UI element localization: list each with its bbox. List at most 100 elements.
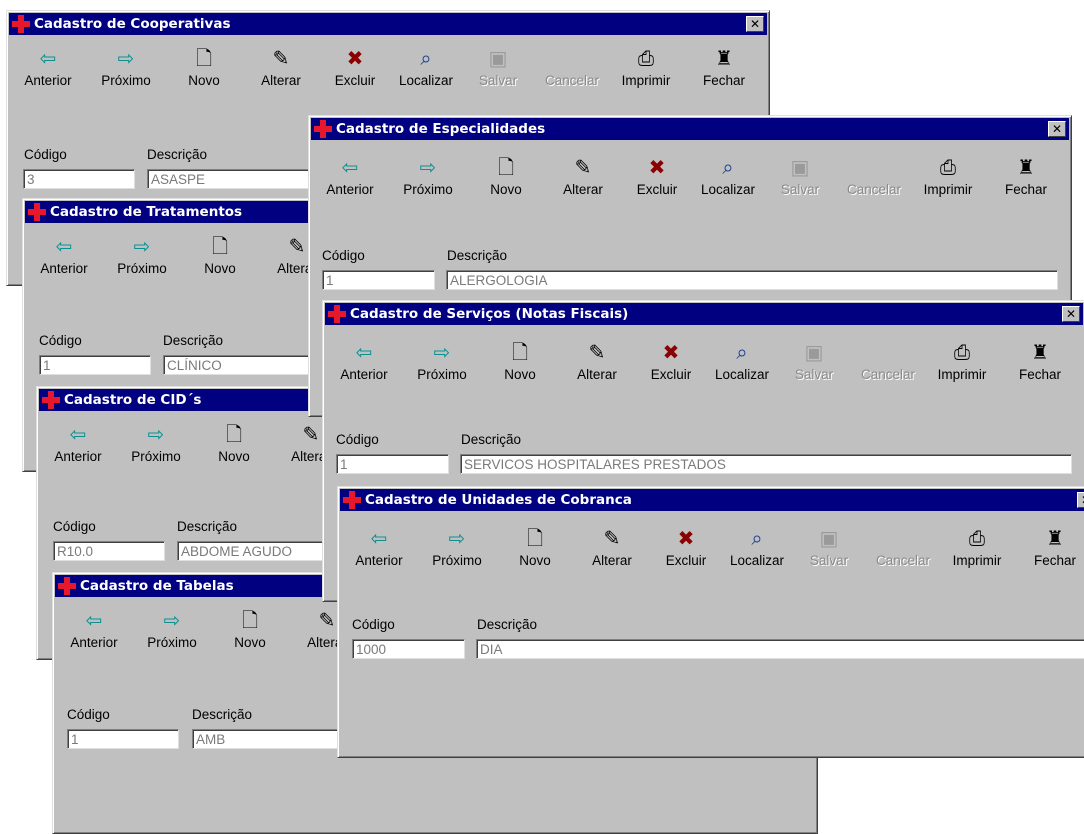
red-cross-logo-icon bbox=[58, 577, 76, 595]
descricao-label: Descrição bbox=[447, 248, 508, 263]
anterior-button[interactable]: ⇦ Anterior bbox=[340, 523, 418, 585]
novo-label: Novo bbox=[188, 73, 220, 88]
imprimir-button[interactable]: ⎙ Imprimir bbox=[923, 337, 1001, 399]
fechar-button[interactable]: ♜ Fechar bbox=[685, 43, 763, 105]
novo-label: Novo bbox=[218, 449, 250, 464]
imprimir-label: Imprimir bbox=[952, 553, 1002, 568]
cancelar-button[interactable]: Cancelar bbox=[533, 43, 611, 105]
title-bar[interactable]: Cadastro de Unidades de Cobranca ✕ bbox=[340, 489, 1084, 511]
codigo-field[interactable]: 1 bbox=[336, 454, 449, 474]
fechar-button[interactable]: ♜ Fechar bbox=[987, 152, 1065, 214]
window-title: Cadastro de Tratamentos bbox=[50, 204, 243, 220]
cancelar-button[interactable]: Cancelar bbox=[849, 337, 927, 399]
novo-button[interactable]: 🗋 Novo bbox=[195, 419, 273, 481]
fechar-button[interactable]: ♜ Fechar bbox=[1016, 523, 1084, 585]
imprimir-button[interactable]: ⎙ Imprimir bbox=[607, 43, 685, 105]
proximo-button[interactable]: ⇨ Próximo bbox=[133, 605, 211, 667]
cancelar-button[interactable]: Cancelar bbox=[835, 152, 913, 214]
anterior-button[interactable]: ⇦ Anterior bbox=[325, 337, 403, 399]
anterior-button[interactable]: ⇦ Anterior bbox=[39, 419, 117, 481]
excluir-button[interactable]: ✖ Excluir bbox=[632, 337, 710, 399]
fechar-button[interactable]: ♜ Fechar bbox=[1001, 337, 1079, 399]
new-document-icon: 🗋 bbox=[511, 340, 529, 364]
localizar-label: Localizar bbox=[714, 367, 770, 382]
window-title: Cadastro de CID´s bbox=[64, 392, 202, 408]
imprimir-button[interactable]: ⎙ Imprimir bbox=[909, 152, 987, 214]
localizar-button[interactable]: ⌕ Localizar bbox=[718, 523, 796, 585]
excluir-label: Excluir bbox=[665, 553, 707, 568]
alterar-button[interactable]: ✎ Alterar bbox=[242, 43, 320, 105]
localizar-button[interactable]: ⌕ Localizar bbox=[703, 337, 781, 399]
codigo-label: Código bbox=[39, 333, 82, 348]
anterior-button[interactable]: ⇦ Anterior bbox=[311, 152, 389, 214]
descricao-label: Descrição bbox=[477, 617, 538, 632]
anterior-label: Anterior bbox=[326, 182, 374, 197]
exit-door-icon: ♜ bbox=[1046, 526, 1064, 550]
codigo-field[interactable]: 1000 bbox=[352, 639, 465, 659]
title-bar[interactable]: Cadastro de Cooperativas ✕ bbox=[9, 13, 767, 35]
anterior-button[interactable]: ⇦ Anterior bbox=[25, 231, 103, 293]
novo-button[interactable]: 🗋 Novo bbox=[181, 231, 259, 293]
novo-label: Novo bbox=[519, 553, 551, 568]
excluir-button[interactable]: ✖ Excluir bbox=[647, 523, 725, 585]
new-document-icon: 🗋 bbox=[497, 155, 515, 179]
proximo-button[interactable]: ⇨ Próximo bbox=[403, 337, 481, 399]
codigo-field[interactable]: 1 bbox=[67, 729, 179, 749]
close-window-button[interactable]: ✕ bbox=[1048, 121, 1066, 137]
descricao-label: Descrição bbox=[461, 432, 522, 447]
novo-button[interactable]: 🗋 Novo bbox=[211, 605, 289, 667]
alterar-button[interactable]: ✎ Alterar bbox=[544, 152, 622, 214]
printer-icon: ⎙ bbox=[954, 340, 970, 364]
proximo-button[interactable]: ⇨ Próximo bbox=[389, 152, 467, 214]
imprimir-button[interactable]: ⎙ Imprimir bbox=[938, 523, 1016, 585]
novo-button[interactable]: 🗋 Novo bbox=[165, 43, 243, 105]
anterior-label: Anterior bbox=[40, 261, 88, 276]
anterior-button[interactable]: ⇦ Anterior bbox=[9, 43, 87, 105]
cancelar-label: Cancelar bbox=[875, 553, 931, 568]
novo-button[interactable]: 🗋 Novo bbox=[496, 523, 574, 585]
alterar-button[interactable]: ✎ Alterar bbox=[558, 337, 636, 399]
printer-icon: ⎙ bbox=[940, 155, 956, 179]
find-icon: ⌕ bbox=[420, 46, 432, 70]
new-document-icon: 🗋 bbox=[195, 46, 213, 70]
descricao-field[interactable]: ALERGOLOGIA bbox=[446, 270, 1058, 290]
arrow-left-icon: ⇦ bbox=[69, 422, 87, 446]
codigo-field[interactable]: R10.0 bbox=[53, 541, 165, 561]
novo-button[interactable]: 🗋 Novo bbox=[467, 152, 545, 214]
codigo-field[interactable]: 1 bbox=[39, 355, 151, 375]
proximo-button[interactable]: ⇨ Próximo bbox=[117, 419, 195, 481]
salvar-button[interactable]: ▣ Salvar bbox=[775, 337, 853, 399]
close-window-button[interactable]: ✕ bbox=[1077, 492, 1084, 508]
arrow-left-icon: ⇦ bbox=[355, 340, 373, 364]
descricao-field[interactable]: SERVICOS HOSPITALARES PRESTADOS bbox=[460, 454, 1072, 474]
delete-x-icon: ✖ bbox=[677, 526, 695, 550]
salvar-button[interactable]: ▣ Salvar bbox=[761, 152, 839, 214]
close-window-button[interactable]: ✕ bbox=[746, 16, 764, 32]
novo-button[interactable]: 🗋 Novo bbox=[481, 337, 559, 399]
salvar-button[interactable]: ▣ Salvar bbox=[790, 523, 868, 585]
arrow-right-icon: ⇨ bbox=[419, 155, 437, 179]
title-bar[interactable]: Cadastro de Serviços (Notas Fiscais) ✕ bbox=[325, 303, 1083, 325]
arrow-right-icon: ⇨ bbox=[147, 422, 165, 446]
close-window-button[interactable]: ✕ bbox=[1062, 306, 1080, 322]
anterior-button[interactable]: ⇦ Anterior bbox=[55, 605, 133, 667]
descricao-field[interactable]: DIA bbox=[476, 639, 1084, 659]
alterar-button[interactable]: ✎ Alterar bbox=[573, 523, 651, 585]
salvar-button[interactable]: ▣ Salvar bbox=[459, 43, 537, 105]
localizar-button[interactable]: ⌕ Localizar bbox=[387, 43, 465, 105]
exit-door-icon: ♜ bbox=[715, 46, 733, 70]
excluir-button[interactable]: ✖ Excluir bbox=[316, 43, 394, 105]
anterior-label: Anterior bbox=[355, 553, 403, 568]
proximo-button[interactable]: ⇨ Próximo bbox=[418, 523, 496, 585]
cancelar-button[interactable]: Cancelar bbox=[864, 523, 942, 585]
codigo-field[interactable]: 1 bbox=[322, 270, 435, 290]
exit-door-icon: ♜ bbox=[1017, 155, 1035, 179]
localizar-button[interactable]: ⌕ Localizar bbox=[689, 152, 767, 214]
codigo-field[interactable]: 3 bbox=[23, 169, 135, 189]
proximo-button[interactable]: ⇨ Próximo bbox=[87, 43, 165, 105]
title-bar[interactable]: Cadastro de Especialidades ✕ bbox=[311, 118, 1069, 140]
excluir-button[interactable]: ✖ Excluir bbox=[618, 152, 696, 214]
arrow-left-icon: ⇦ bbox=[370, 526, 388, 550]
proximo-button[interactable]: ⇨ Próximo bbox=[103, 231, 181, 293]
salvar-label: Salvar bbox=[794, 367, 834, 382]
